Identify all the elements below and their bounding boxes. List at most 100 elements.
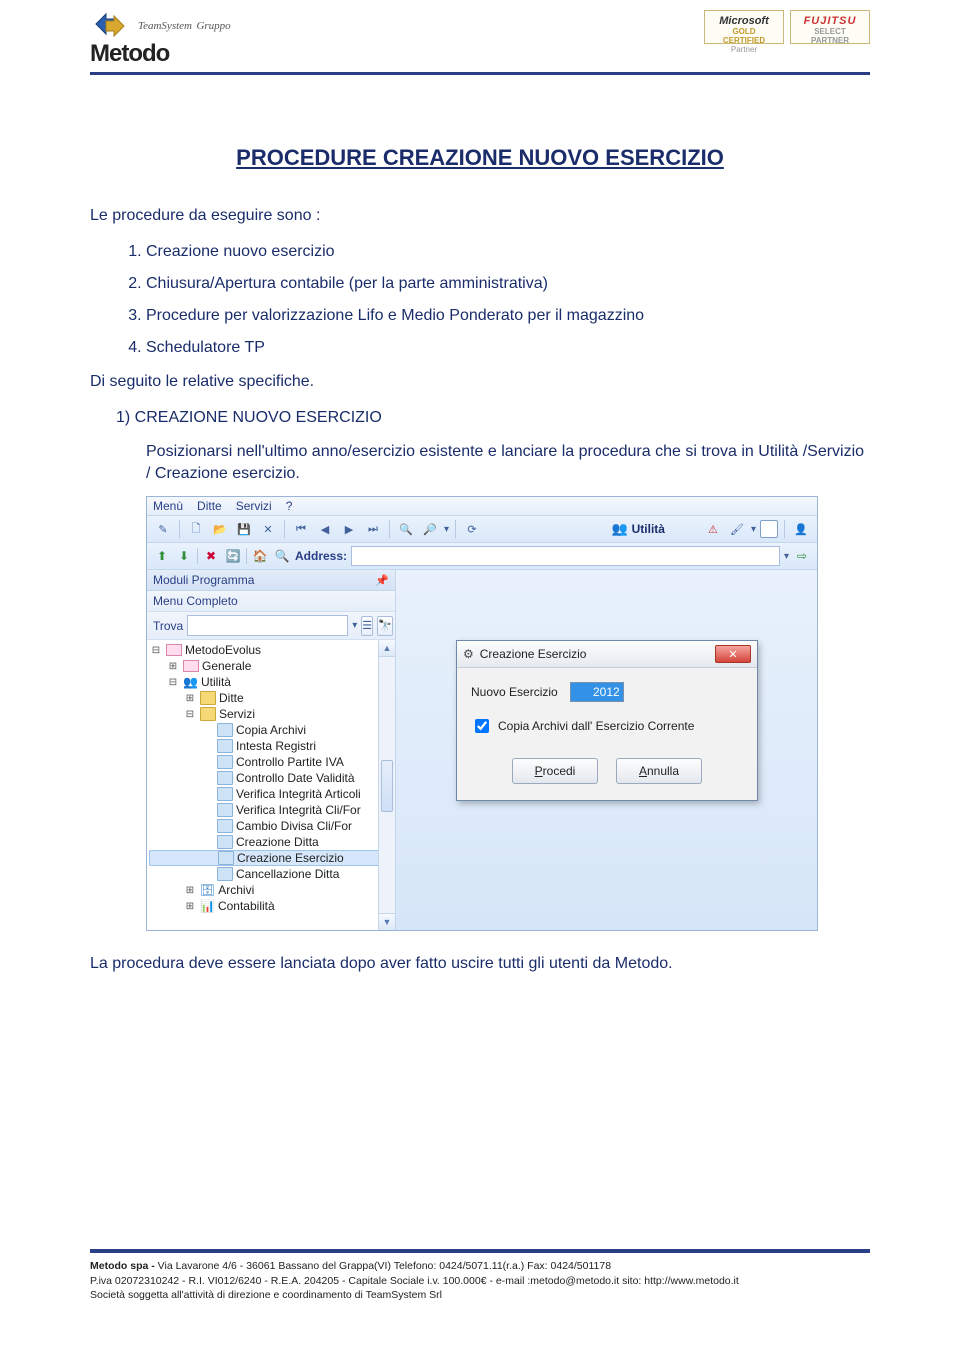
tree-archivi[interactable]: ⊞🗄Archivi bbox=[149, 882, 393, 898]
tree-root[interactable]: ⊟MetodoEvolus bbox=[149, 642, 393, 658]
nuovo-esercizio-input[interactable] bbox=[570, 682, 624, 702]
tree-item-intesta-registri[interactable]: Intesta Registri bbox=[149, 738, 393, 754]
menu-ditte[interactable]: Ditte bbox=[197, 499, 222, 513]
section1-title: 1) CREAZIONE NUOVO ESERCIZIO bbox=[116, 409, 870, 427]
tree-contabilita[interactable]: ⊞📊Contabilità bbox=[149, 898, 393, 914]
save-icon[interactable]: 💾 bbox=[234, 519, 254, 539]
dialog-title: Creazione Esercizio bbox=[480, 647, 587, 661]
square-icon[interactable] bbox=[760, 520, 778, 538]
nuovo-esercizio-label: Nuovo Esercizio bbox=[471, 685, 558, 699]
dialog-close-button[interactable]: ✕ bbox=[715, 645, 751, 663]
section1-body: Posizionarsi nell'ultimo anno/esercizio … bbox=[146, 441, 870, 484]
last-icon[interactable]: ⏭ bbox=[363, 519, 383, 539]
tree-servizi[interactable]: ⊟Servizi bbox=[149, 706, 393, 722]
trova-input[interactable] bbox=[187, 615, 348, 636]
item-icon bbox=[218, 851, 234, 865]
stop-icon[interactable]: ✖ bbox=[202, 547, 220, 565]
menu-servizi[interactable]: Servizi bbox=[236, 499, 272, 513]
open-icon[interactable]: 📂 bbox=[210, 519, 230, 539]
procedi-button[interactable]: Procedi bbox=[512, 758, 598, 784]
tree-item-cancellazione-ditta[interactable]: Cancellazione Ditta bbox=[149, 866, 393, 882]
dropdown-icon[interactable]: ▾ bbox=[444, 524, 449, 535]
warn-icon[interactable]: ⚠ bbox=[703, 519, 723, 539]
accounting-icon: 📊 bbox=[200, 899, 215, 913]
tree-generale[interactable]: ⊞Generale bbox=[149, 658, 393, 674]
gear-icon: ⚙ bbox=[463, 647, 474, 661]
tree-item-verifica-clifor[interactable]: Verifica Integrità Cli/For bbox=[149, 802, 393, 818]
folder-icon bbox=[200, 691, 216, 705]
person-icon: 👥 bbox=[611, 521, 627, 537]
document-title: PROCEDURE CREAZIONE NUOVO ESERCIZIO bbox=[90, 145, 870, 171]
item-icon bbox=[217, 819, 233, 833]
down-arrow-icon[interactable]: ⬇ bbox=[175, 547, 193, 565]
teamsystem-label: TeamSystem bbox=[138, 20, 192, 32]
trova-dropdown-icon[interactable]: ▾ bbox=[352, 620, 357, 631]
branch-icon bbox=[183, 660, 199, 672]
creazione-esercizio-dialog: ⚙ Creazione Esercizio ✕ Nuovo Esercizio … bbox=[456, 640, 758, 801]
zoom-plus-icon[interactable]: 🔎 bbox=[420, 519, 440, 539]
step-4: Schedulatore TP bbox=[146, 339, 870, 357]
tree-view: ⊟MetodoEvolus ⊞Generale ⊟👥Utilità ⊞Ditte… bbox=[147, 640, 395, 930]
tree-scrollbar[interactable]: ▲ ▼ bbox=[378, 640, 395, 930]
trova-row: Trova ▾ ☰ 🔭 bbox=[147, 612, 395, 640]
tree-ditte[interactable]: ⊞Ditte bbox=[149, 690, 393, 706]
zoom-icon[interactable]: 🔍 bbox=[396, 519, 416, 539]
tool-icon[interactable]: 🖌 bbox=[727, 519, 747, 539]
home-icon[interactable]: 🏠 bbox=[251, 547, 269, 565]
intro-text: Le procedure da eseguire sono : bbox=[90, 207, 870, 225]
folder-icon bbox=[200, 707, 216, 721]
menu-completo-row[interactable]: Menu Completo bbox=[147, 591, 395, 612]
pin-icon[interactable]: 📌 bbox=[375, 574, 389, 587]
new-button[interactable]: ✎ bbox=[153, 519, 173, 539]
post-screenshot-text: La procedura deve essere lanciata dopo a… bbox=[90, 955, 870, 973]
step-2: Chiusura/Apertura contabile (per la part… bbox=[146, 275, 870, 293]
tree-item-creazione-ditta[interactable]: Creazione Ditta bbox=[149, 834, 393, 850]
tree-item-controllo-iva[interactable]: Controllo Partite IVA bbox=[149, 754, 393, 770]
utilita-button[interactable]: 👥 Utilità bbox=[611, 521, 665, 537]
addr-dropdown-icon[interactable]: ▾ bbox=[784, 551, 789, 562]
globe-icon[interactable]: 🔍 bbox=[273, 547, 291, 565]
menu-menu[interactable]: Menù bbox=[153, 499, 183, 513]
address-bar: ⬆ ⬇ ✖ 🔄 🏠 🔍 Address: ▾ ⇨ bbox=[147, 543, 817, 570]
tree-item-copia-archivi[interactable]: Copia Archivi bbox=[149, 722, 393, 738]
tree-item-creazione-esercizio[interactable]: Creazione Esercizio bbox=[149, 850, 393, 866]
scroll-thumb[interactable] bbox=[381, 760, 393, 812]
scroll-down-icon[interactable]: ▼ bbox=[379, 913, 395, 930]
content-area: ⚙ Creazione Esercizio ✕ Nuovo Esercizio … bbox=[396, 570, 817, 930]
first-icon[interactable]: ⏮ bbox=[291, 519, 311, 539]
prev-icon[interactable]: ◀ bbox=[315, 519, 335, 539]
up-arrow-icon[interactable]: ⬆ bbox=[153, 547, 171, 565]
copia-archivi-checkbox[interactable] bbox=[475, 719, 489, 733]
user-icon[interactable]: 👤 bbox=[791, 519, 811, 539]
delete-icon[interactable]: ✕ bbox=[258, 519, 278, 539]
followup-text: Di seguito le relative specifiche. bbox=[90, 373, 870, 391]
reload-icon[interactable]: 🔄 bbox=[224, 547, 242, 565]
go-icon[interactable]: ⇨ bbox=[793, 547, 811, 565]
sidebar: Moduli Programma 📌 Menu Completo Trova ▾… bbox=[147, 570, 396, 930]
item-icon bbox=[217, 739, 233, 753]
tree-utilita[interactable]: ⊟👥Utilità bbox=[149, 674, 393, 690]
address-input[interactable] bbox=[351, 546, 780, 566]
item-icon bbox=[217, 803, 233, 817]
binoculars-icon[interactable]: 🔭 bbox=[377, 616, 393, 636]
menubar: Menù Ditte Servizi ? bbox=[147, 497, 817, 516]
doc-new-icon[interactable]: 🗋 bbox=[186, 519, 206, 539]
logo-block: TeamSystem Gruppo Metodo bbox=[90, 10, 231, 68]
tree-item-controllo-date[interactable]: Controllo Date Validità bbox=[149, 770, 393, 786]
filter-icon[interactable]: ☰ bbox=[361, 616, 373, 636]
microsoft-badge: Microsoft GOLD CERTIFIED Partner bbox=[704, 10, 784, 44]
dropdown2-icon[interactable]: ▾ bbox=[751, 524, 756, 535]
step-3: Procedure per valorizzazione Lifo e Medi… bbox=[146, 307, 870, 325]
next-icon[interactable]: ▶ bbox=[339, 519, 359, 539]
tree-item-cambio-divisa[interactable]: Cambio Divisa Cli/For bbox=[149, 818, 393, 834]
refresh-icon[interactable]: ⟳ bbox=[462, 519, 482, 539]
page-header: TeamSystem Gruppo Metodo Microsoft GOLD … bbox=[90, 10, 870, 75]
tree-item-verifica-articoli[interactable]: Verifica Integrità Articoli bbox=[149, 786, 393, 802]
copia-archivi-label: Copia Archivi dall' Esercizio Corrente bbox=[498, 719, 694, 733]
item-icon bbox=[217, 771, 233, 785]
logo-arrows-icon bbox=[90, 10, 130, 40]
menu-help[interactable]: ? bbox=[286, 499, 293, 513]
scroll-up-icon[interactable]: ▲ bbox=[379, 640, 395, 657]
sidebar-header: Moduli Programma 📌 bbox=[147, 570, 395, 591]
annulla-button[interactable]: Annulla bbox=[616, 758, 702, 784]
